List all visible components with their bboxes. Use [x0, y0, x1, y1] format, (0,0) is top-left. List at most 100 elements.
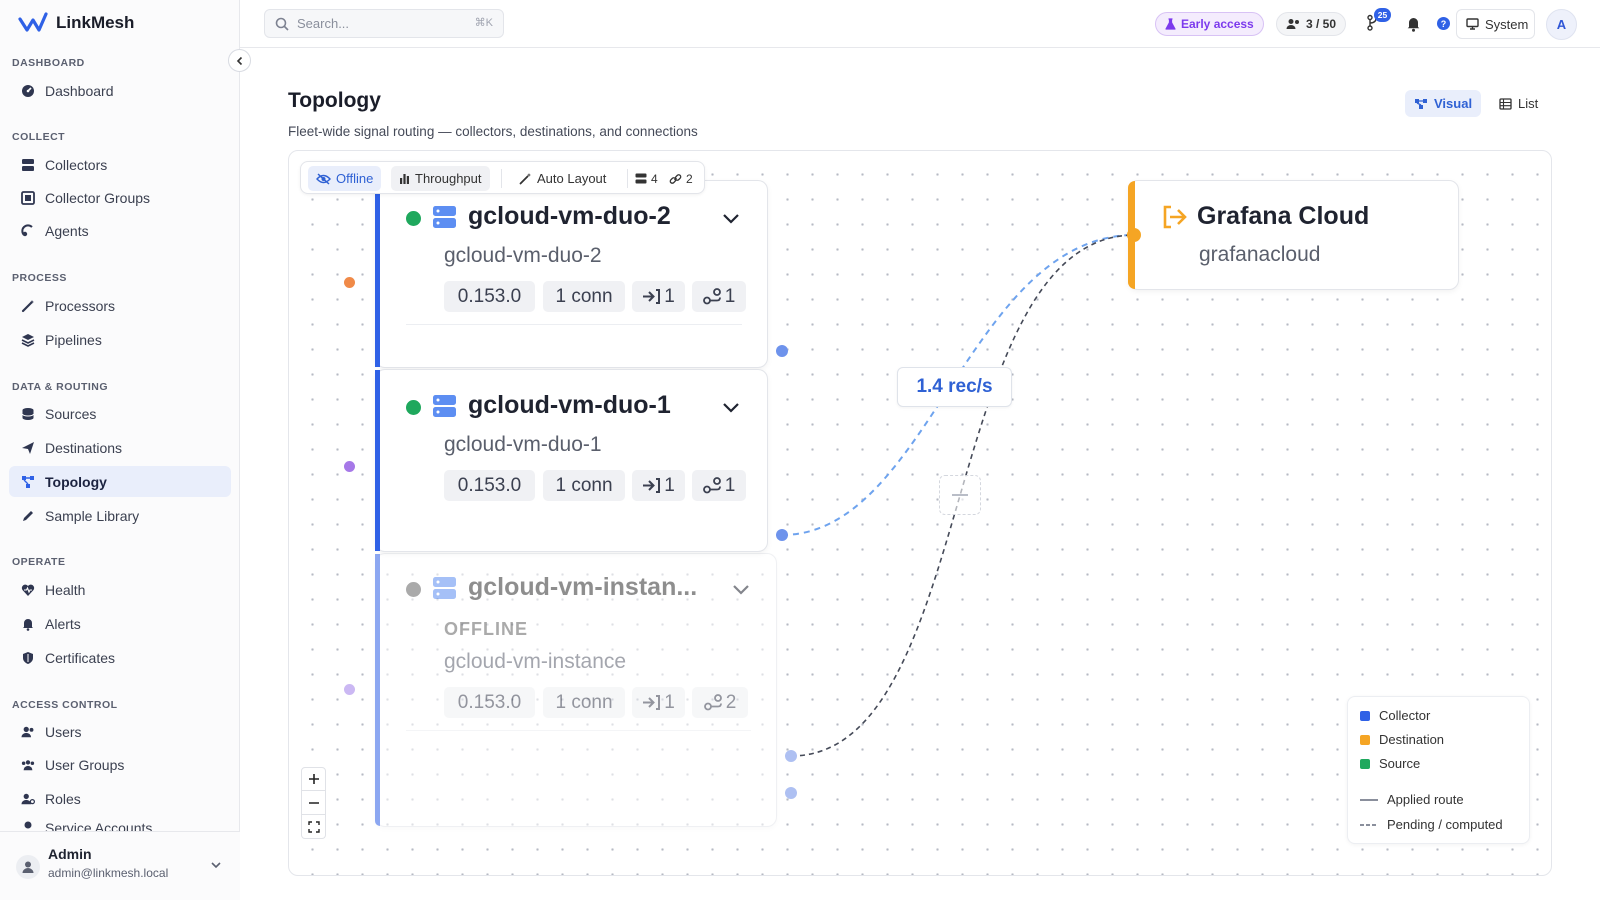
output-handle[interactable] [785, 787, 797, 799]
early-access-label: Early access [1181, 17, 1254, 31]
collector-name: gcloud-vm-instan... [468, 573, 698, 601]
user-email: admin@linkmesh.local [48, 866, 169, 880]
collector-accent-bar [375, 181, 380, 367]
minus-icon [952, 494, 968, 496]
link-count-value: 2 [686, 171, 693, 186]
source-handle[interactable] [344, 461, 355, 472]
app-logo[interactable]: LinkMesh [18, 10, 134, 36]
sidebar-item-users[interactable]: Users [9, 716, 231, 747]
pending-route-marker[interactable] [939, 475, 981, 515]
sidebar-item-alerts[interactable]: Alerts [9, 608, 231, 639]
output-handle[interactable] [776, 529, 788, 541]
sidebar-item-label: Certificates [45, 649, 116, 666]
chevron-down-icon[interactable] [722, 213, 740, 225]
sidebar-item-collector-groups[interactable]: Collector Groups [9, 182, 231, 213]
sidebar-item-topology[interactable]: Topology [9, 466, 231, 497]
source-handle[interactable] [344, 277, 355, 288]
early-access-badge[interactable]: Early access [1155, 12, 1264, 36]
sidebar-item-sources[interactable]: Sources [9, 398, 231, 429]
monitor-icon [1466, 18, 1479, 30]
notifications-button[interactable] [1406, 16, 1421, 32]
chevron-down-icon[interactable] [722, 402, 740, 414]
user-avatar [16, 855, 40, 879]
collector-name: gcloud-vm-duo-2 [468, 202, 671, 230]
sidebar-item-label: Health [45, 581, 86, 598]
table-icon [1499, 97, 1512, 110]
routes-chip: 2 [692, 687, 748, 718]
sidebar-item-label: Collector Groups [45, 189, 151, 206]
offline-toggle[interactable]: Offline [308, 166, 382, 191]
sidebar-item-destinations[interactable]: Destinations [9, 432, 231, 463]
routes-count: 1 [724, 474, 736, 496]
sidebar-item-roles[interactable]: Roles [9, 783, 231, 814]
server-icon [433, 206, 456, 228]
sidebar-item-dashboard[interactable]: Dashboard [9, 75, 231, 106]
account-avatar[interactable]: A [1546, 9, 1577, 40]
collector-node[interactable]: gcloud-vm-duo-2 gcloud-vm-duo-2 0.153.0 … [375, 180, 768, 368]
version-chip: 0.153.0 [444, 687, 535, 718]
input-handle[interactable] [1127, 228, 1141, 242]
bell-icon [1407, 18, 1420, 32]
sidebar-item-label: Sources [45, 405, 97, 422]
auto-layout-label: Auto Layout [537, 171, 607, 186]
collector-count: 4 [631, 166, 662, 191]
node-divider [406, 730, 751, 731]
page-title: Topology [288, 89, 381, 112]
help-icon[interactable]: ? [1437, 17, 1450, 30]
wand-icon [519, 173, 531, 185]
output-handle[interactable] [776, 345, 788, 357]
section-label-operate: OPERATE [12, 556, 66, 568]
sidebar-item-user-groups[interactable]: User Groups [9, 749, 231, 780]
sidebar-item-certificates[interactable]: Certificates [9, 642, 231, 673]
seats-badge[interactable]: 3 / 50 [1276, 12, 1347, 36]
inbound-count: 1 [664, 474, 675, 496]
sidebar-item-label: Collectors [45, 156, 108, 173]
collector-node[interactable]: gcloud-vm-duo-1 gcloud-vm-duo-1 0.153.0 … [375, 369, 768, 552]
view-visual-button[interactable]: Visual [1405, 90, 1482, 117]
collector-accent-bar [375, 370, 380, 551]
sidebar-item-label: Roles [45, 790, 81, 807]
version-chip: 0.153.0 [444, 281, 535, 312]
server-icon [433, 395, 456, 417]
sidebar-item-pipelines[interactable]: Pipelines [9, 324, 231, 355]
view-list-button[interactable]: List [1490, 90, 1547, 117]
send-icon [21, 441, 35, 455]
destination-node[interactable]: Grafana Cloud grafanacloud [1128, 180, 1459, 290]
throughput-toggle[interactable]: Throughput [391, 166, 490, 191]
sidebar-collapse-button[interactable] [228, 49, 251, 72]
user-menu[interactable]: Admin admin@linkmesh.local [0, 831, 240, 900]
linkmesh-logo-icon [18, 12, 48, 32]
collector-hostname: gcloud-vm-instance [444, 650, 627, 673]
conn-chip: 1 conn [543, 687, 625, 718]
sidebar-item-label: Sample Library [45, 507, 140, 524]
users-icon [1286, 19, 1299, 29]
collector-name: gcloud-vm-duo-1 [468, 391, 671, 419]
sidebar-item-service-accounts[interactable]: Service Accounts [9, 816, 231, 831]
auto-layout-button[interactable]: Auto Layout [511, 166, 614, 191]
routes-chip: 1 [692, 281, 746, 312]
search-input[interactable]: Search... ⌘K [264, 9, 504, 38]
chevron-down-icon[interactable] [732, 584, 750, 596]
topology-canvas[interactable]: Offline Throughput Auto Layout 4 2 gclou… [288, 150, 1552, 876]
sidebar-item-label: Alerts [45, 615, 81, 632]
view-list-label: List [1518, 96, 1539, 111]
theme-system-button[interactable]: System [1456, 9, 1535, 39]
sidebar-item-agents[interactable]: Agents [9, 215, 231, 246]
sidebar-item-label: Dashboard [45, 82, 114, 99]
route-icon [702, 288, 721, 305]
output-handle[interactable] [785, 750, 797, 762]
routes-chip: 1 [692, 470, 746, 501]
collector-node-offline[interactable]: gcloud-vm-instan... OFFLINE gcloud-vm-in… [375, 553, 777, 827]
sidebar-item-health[interactable]: Health [9, 574, 231, 605]
search-placeholder: Search... [297, 16, 350, 31]
sidebar-item-collectors[interactable]: Collectors [9, 149, 231, 180]
bar-chart-icon [400, 174, 409, 184]
sidebar-item-processors[interactable]: Processors [9, 290, 231, 321]
sidebar-item-label: Processors [45, 297, 116, 314]
sidebar-item-sample-library[interactable]: Sample Library [9, 500, 231, 531]
pull-request-button[interactable]: 25 [1366, 8, 1391, 32]
source-handle[interactable] [344, 684, 355, 695]
status-offline-dot [406, 582, 421, 597]
heart-pulse-icon [21, 583, 35, 597]
node-divider [406, 324, 742, 325]
